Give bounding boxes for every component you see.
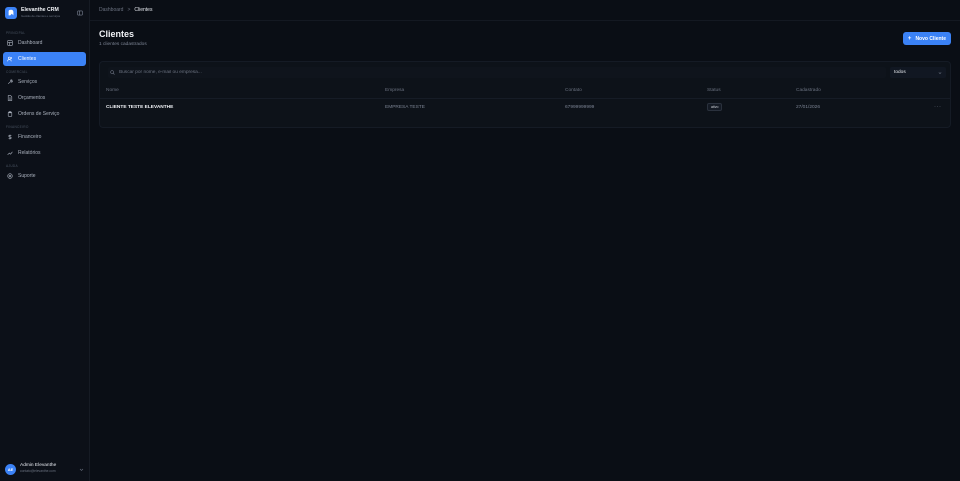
cell-status: ativo [707,98,796,116]
column-header-cadastrado[interactable]: Cadastrado [796,84,934,99]
section-label-financeiro: FINANCEIRO [6,125,29,129]
user-email: contato@elevanthe.com [20,469,56,474]
sidebar-item-dashboard[interactable]: Dashboard [3,36,86,50]
wrench-icon [6,78,14,86]
sidebar-item-servicos[interactable]: Serviços [3,75,86,89]
avatar: AE [5,463,16,475]
breadcrumb-current: Clientes [134,7,153,13]
search-box[interactable] [108,67,886,78]
status-filter-value: todos [894,70,906,75]
sidebar-item-label: Serviços [18,79,38,85]
sidebar-item-label: Ordens de Serviço [18,111,60,117]
status-badge: ativo [707,103,723,112]
sidebar-item-ordens-de-servico[interactable]: Ordens de Serviço [3,107,86,121]
status-filter-select[interactable]: todos [890,67,946,78]
sidebar-toggle-icon[interactable] [76,9,84,17]
search-icon [110,70,116,76]
cell-contato: 67999999999 [565,104,595,110]
breadcrumb-dashboard[interactable]: Dashboard [99,7,123,13]
chevron-down-icon [78,466,84,472]
chevron-down-icon [938,71,942,74]
sidebar-item-financeiro[interactable]: Financeiro [3,130,86,144]
search-input[interactable] [118,70,886,75]
plus-icon: + [907,35,912,42]
logo-icon [5,7,17,19]
file-icon [6,94,14,102]
sidebar-item-label: Clientes [18,56,37,62]
table-header-row: Nome Empresa Contato Status Cadastrado [100,84,950,99]
clipboard-icon [6,110,14,118]
section-label-principal: PRINCIPAL [6,31,26,35]
brand-name: Elevanthe CRM [21,7,59,14]
sidebar-item-label: Orçamentos [18,95,46,101]
clients-card: todos Nome Empresa Contato Status Cadast… [99,61,951,128]
column-header-actions [934,84,950,99]
users-icon [6,55,14,63]
cell-nome: CLIENTE TESTE ELEVANTHE [106,104,174,110]
sidebar: Elevanthe CRM Gestão de clientes e servi… [0,0,90,481]
more-options-icon[interactable]: ··· [934,104,942,110]
filters-bar: todos [100,62,950,79]
cell-empresa: EMPRESA TESTE [385,104,425,110]
sidebar-item-label: Financeiro [18,134,42,140]
sidebar-item-label: Relatórios [18,150,41,156]
section-label-ajuda: AJUDA [6,164,18,168]
page-subtitle: 1 clientes cadastrados [99,41,147,47]
sidebar-item-clientes[interactable]: Clientes [3,52,86,66]
column-header-status[interactable]: Status [707,84,796,99]
clients-table: Nome Empresa Contato Status Cadastrado C… [100,84,950,116]
sidebar-item-relatorios[interactable]: Relatórios [3,146,86,160]
user-menu[interactable]: AE Admin Elevanthe contato@elevanthe.com [3,460,86,478]
cell-cadastrado: 27/01/2026 [796,104,821,110]
column-header-contato[interactable]: Contato [565,84,707,99]
sidebar-item-label: Suporte [18,173,36,179]
brand: Elevanthe CRM Gestão de clientes e servi… [0,3,89,23]
sidebar-item-suporte[interactable]: Suporte [3,169,86,183]
new-client-button[interactable]: + Novo Cliente [902,32,951,45]
main-content: Dashboard > Clientes Clientes 1 clientes… [90,0,960,481]
breadcrumb-separator: > [127,7,131,13]
chart-icon [6,149,14,157]
brand-subtitle: Gestão de clientes e serviços [21,13,61,18]
sidebar-item-label: Dashboard [18,40,43,46]
support-icon [6,172,14,180]
section-label-comercial: COMERCIAL [6,70,28,74]
dollar-icon [6,133,14,141]
breadcrumb: Dashboard > Clientes [90,0,960,21]
page-title: Clientes [99,29,135,39]
page-header: Clientes 1 clientes cadastrados + Novo C… [90,21,960,47]
column-header-empresa[interactable]: Empresa [385,84,565,99]
table-row[interactable]: CLIENTE TESTE ELEVANTHE EMPRESA TESTE 67… [100,98,950,116]
new-client-button-label: Novo Cliente [915,35,946,42]
column-header-nome[interactable]: Nome [100,84,385,99]
dashboard-icon [6,39,14,47]
app-root: Elevanthe CRM Gestão de clientes e servi… [0,0,960,481]
sidebar-item-orcamentos[interactable]: Orçamentos [3,91,86,105]
cell-actions: ··· [934,98,950,116]
